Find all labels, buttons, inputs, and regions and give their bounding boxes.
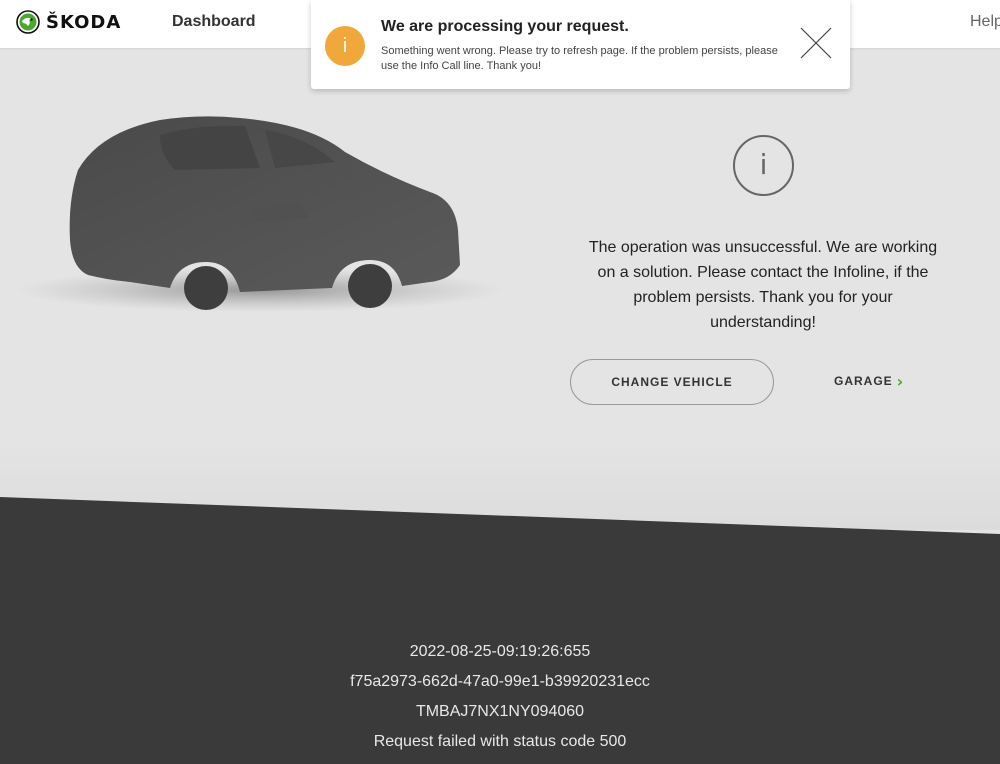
error-message-text: The operation was unsuccessful. We are w… <box>588 239 938 331</box>
error-request-id: f75a2973-662d-47a0-99e1-b39920231ecc <box>350 673 650 690</box>
garage-label: GARAGE <box>834 374 893 388</box>
error-toast: i We are processing your request. Someth… <box>311 0 850 89</box>
toast-message: Something went wrong. Please try to refr… <box>381 45 778 72</box>
vehicle-vin: TMBAJ7NX1NY094060 <box>415 703 585 720</box>
vehicle-silhouette-image <box>15 116 505 312</box>
garage-link[interactable]: GARAGE › <box>834 371 904 391</box>
info-icon: i <box>325 26 365 66</box>
skoda-logo-icon[interactable] <box>16 10 40 34</box>
close-icon[interactable] <box>799 26 833 60</box>
change-vehicle-button[interactable]: CHANGE VEHICLE <box>570 359 774 405</box>
error-details: 2022-08-25-09:19:26:655 f75a2973-662d-47… <box>0 640 1000 760</box>
nav-dashboard-link[interactable]: Dashboard <box>172 13 256 31</box>
chevron-right-icon: › <box>896 371 905 391</box>
nav-help-link[interactable]: Help <box>970 13 1000 31</box>
error-status: Request failed with status code 500 <box>373 733 627 750</box>
info-circle-icon: i <box>733 135 794 196</box>
toast-title: We are processing your request. <box>381 18 629 35</box>
error-timestamp: 2022-08-25-09:19:26:655 <box>409 643 591 660</box>
brand-wordmark[interactable]: ŠKODA <box>46 12 121 33</box>
